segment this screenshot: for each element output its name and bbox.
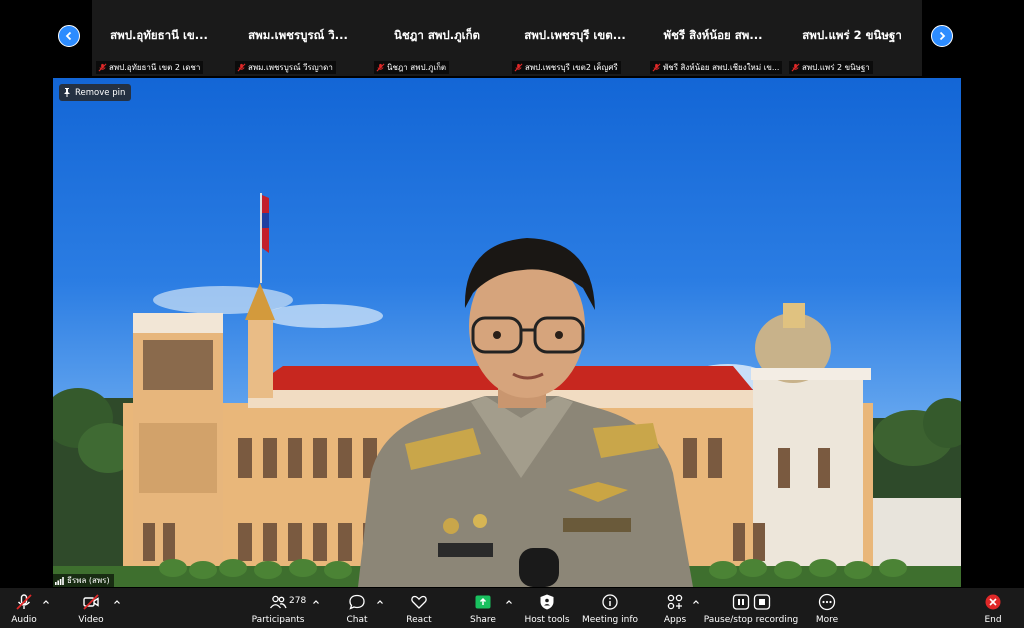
chevron-up-icon [43,600,49,604]
chevron-right-icon [939,31,946,41]
participants-icon [269,595,287,609]
chevron-up-icon [313,600,319,604]
chat-label: Chat [346,615,368,625]
share-screen-icon [475,595,491,609]
speaker-name-text: ธีรพล (สพร) [67,576,110,585]
chat-button[interactable]: Chat [345,592,369,625]
participant-tile[interactable]: นิชฎา สพป.ภูเก็ต นิชฎา สพป.ภูเก็ต [370,0,504,76]
shield-icon [540,594,554,610]
mic-muted-icon [16,594,32,610]
mic-muted-icon [237,63,246,72]
more-button[interactable]: More [815,592,839,625]
share-button[interactable]: Share [470,592,496,625]
more-icon [818,593,836,611]
end-meeting-button[interactable]: End [981,592,1005,625]
mic-muted-icon [652,63,661,72]
remove-pin-button[interactable]: Remove pin [59,84,132,101]
participant-tile[interactable]: สพป.อุทัยธานี เข... สพป.อุทัยธานี เขต 2 … [92,0,226,76]
mic-muted-icon [791,63,800,72]
participant-tile[interactable]: สพป.เพชรบุรี เขต... สพป.เพชรบุรี เขต2 เค… [508,0,642,76]
audio-options-caret[interactable] [42,598,50,606]
mic-muted-icon [98,63,107,72]
participant-tile-name: พัชรี สิงห์น้อย สพ... [663,28,763,42]
heart-icon [411,595,427,609]
participant-tile-label-text: นิชฎา สพป.ภูเก็ต [387,63,447,72]
participant-tile-name: สพป.แพร่ 2 ขนิษฐา [802,28,902,42]
participant-tile-label-text: พัชรี สิงห์น้อย สพป.เชียงใหม่ เข... [663,63,780,72]
participant-tile-label: สพป.อุทัยธานี เขต 2 เดชา [96,61,204,74]
meeting-toolbar: Audio Video Participants 278 Chat React … [0,588,1024,628]
apps-icon [667,594,683,610]
participant-tile-label: สพป.เพชรบุรี เขต2 เค็ญศรี [512,61,621,74]
pause-icon [732,594,749,610]
participant-tile-name: นิชฎา สพป.ภูเก็ต [393,28,481,42]
share-label: Share [470,615,496,625]
video-label: Video [78,615,104,625]
virtual-background-scene [53,193,961,587]
signal-strength-icon [55,576,64,585]
host-tools-button[interactable]: Host tools [524,592,570,625]
apps-options-caret[interactable] [692,598,700,606]
chat-icon [349,594,365,610]
participants-label: Participants [251,615,305,625]
pause-stop-recording-button[interactable]: Pause/stop recording [704,592,798,625]
stop-icon [753,594,770,610]
participant-tile-label-text: สพป.เพชรบุรี เขต2 เค็ญศรี [525,63,618,72]
info-icon [602,594,618,610]
participant-tile-name: สพม.เพชรบูรณ์ วิ... [248,28,348,42]
end-label: End [984,615,1002,625]
participant-tile-name: สพป.เพชรบุรี เขต... [524,28,626,42]
pause-stop-recording-label: Pause/stop recording [703,615,799,625]
remove-pin-label: Remove pin [75,87,126,98]
host-tools-label: Host tools [524,615,570,625]
apps-button[interactable]: Apps [663,592,687,625]
participant-tile-label: สพม.เพชรบูรณ์ วีรญาดา [235,61,336,74]
participant-tile[interactable]: สพม.เพชรบูรณ์ วิ... สพม.เพชรบูรณ์ วีรญาด… [231,0,365,76]
participant-tile-label-text: สพป.อุทัยธานี เขต 2 เดชา [109,63,201,72]
end-call-icon [985,594,1001,610]
chevron-left-icon [65,31,72,41]
chat-options-caret[interactable] [376,598,384,606]
apps-label: Apps [663,615,687,625]
next-page-button[interactable] [931,25,953,47]
speaker-name-label: ธีรพล (สพร) [53,574,114,587]
video-button[interactable]: Video [77,592,105,625]
participant-tile-name: สพป.อุทัยธานี เข... [110,28,208,42]
share-options-caret[interactable] [505,598,513,606]
participant-tile-label: พัชรี สิงห์น้อย สพป.เชียงใหม่ เข... [650,61,783,74]
mic-muted-icon [514,63,523,72]
chevron-up-icon [506,600,512,604]
audio-label: Audio [11,615,37,625]
participants-count: 278 [289,596,307,606]
video-options-caret[interactable] [113,598,121,606]
prev-page-button[interactable] [58,25,80,47]
react-label: React [406,615,432,625]
meeting-info-label: Meeting info [581,615,639,625]
pin-icon [64,88,70,97]
audio-button[interactable]: Audio [10,592,38,625]
active-speaker-video[interactable]: Remove pin ธีรพล (สพร) [53,78,961,587]
mic-muted-icon [376,63,385,72]
participant-tile[interactable]: สพป.แพร่ 2 ขนิษฐา สพป.แพร่ 2 ขนิษฐา [785,0,919,76]
react-button[interactable]: React [405,592,433,625]
participant-tile-label-text: สพป.แพร่ 2 ขนิษฐา [802,63,870,72]
participant-tile-label: นิชฎา สพป.ภูเก็ต [374,61,450,74]
participant-tile-label: สพป.แพร่ 2 ขนิษฐา [789,61,873,74]
chevron-up-icon [377,600,383,604]
chevron-up-icon [693,600,699,604]
chevron-up-icon [114,600,120,604]
participant-tile-label-text: สพม.เพชรบูรณ์ วีรญาดา [248,63,333,72]
participant-tile[interactable]: พัชรี สิงห์น้อย สพ... พัชรี สิงห์น้อย สพ… [646,0,783,76]
more-label: More [815,615,839,625]
meeting-info-button[interactable]: Meeting info [582,592,638,625]
video-off-icon [83,594,99,610]
participants-options-caret[interactable] [312,598,320,606]
